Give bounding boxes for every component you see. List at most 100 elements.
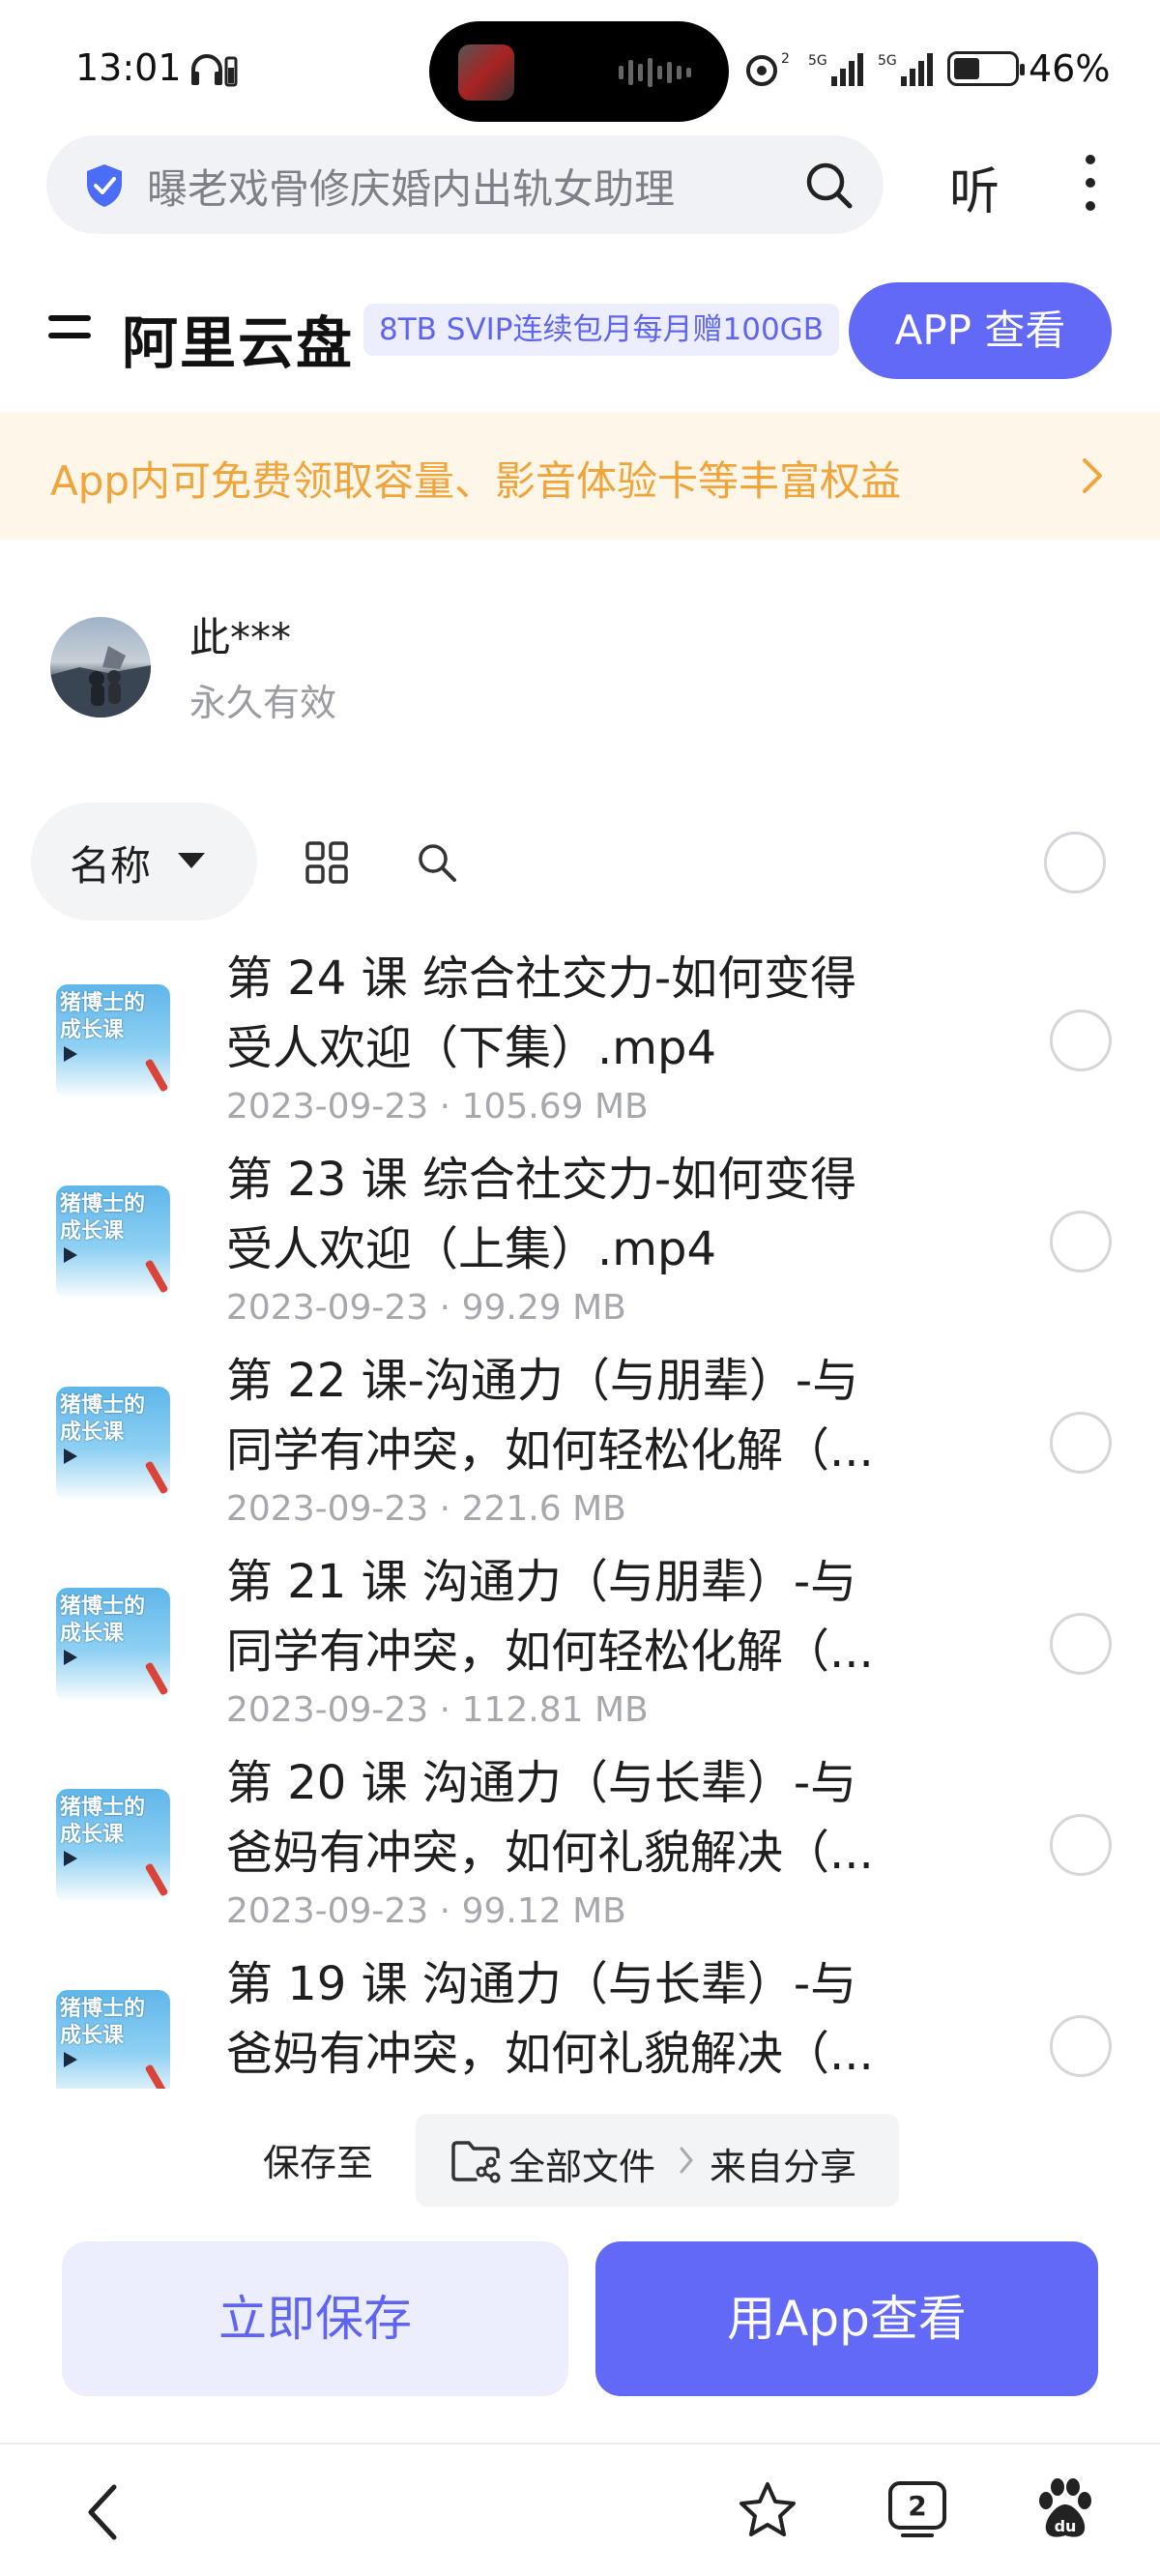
video-thumbnail: 猪博士的 成长课 [56,1789,170,1903]
pen-icon [144,1058,169,1093]
file-row[interactable]: 猪博士的 成长课 第 23 课 综合社交力-如何变得 受人欢迎（上集）.mp4 2… [0,1135,1160,1336]
status-time: 13:01 [75,46,182,89]
tab-count: 2 [908,2490,926,2522]
audio-wave-icon [619,58,691,87]
back-icon[interactable] [81,2481,124,2543]
tabs-icon[interactable]: 2 [885,2477,949,2541]
file-size: 99.12 MB [461,1891,626,1931]
file-row[interactable]: 猪博士的 成长课 第 21 课 沟通力（与朋辈）-与 同学有冲突，如何轻松化解（.… [0,1537,1160,1739]
promo-tag[interactable]: 8TB SVIP连续包月每月赠100GB [363,304,839,356]
signal-icon: 5G [808,53,863,86]
benefits-banner[interactable]: App内可免费领取容量、影音体验卡等丰富权益 [0,412,1160,540]
baidu-icon[interactable]: du [1034,2477,1096,2541]
thumbnail-line1: 猪博士的 [60,991,146,1015]
shield-icon [87,164,122,207]
listen-button[interactable]: 听 [949,151,1000,223]
pen-icon [144,2064,169,2089]
pen-icon [144,1661,169,1696]
browser-bottom-nav: 2 du [0,2443,1160,2576]
file-row[interactable]: 猪博士的 成长课 第 24 课 综合社交力-如何变得 受人欢迎（下集）.mp4 2… [0,934,1160,1135]
play-icon [64,1650,77,1665]
more-icon[interactable] [1079,155,1102,215]
file-select-checkbox[interactable] [1050,1010,1112,1071]
file-name-line1: 第 20 课 沟通力（与长辈）-与 [226,1756,857,1810]
file-select-checkbox[interactable] [1050,1412,1112,1474]
play-icon [64,1851,77,1866]
file-meta: 2023-09-23 · 221.6 MB [226,1489,626,1529]
thumbnail-line2: 成长课 [60,1823,125,1847]
status-bar: 13:01 2 5G 5G 46% [0,0,1160,135]
play-icon [64,1046,77,1062]
file-date: 2023-09-23 [226,1087,429,1127]
file-size: 221.6 MB [461,1489,626,1529]
svg-text:2: 2 [781,51,790,67]
avatar [50,617,151,717]
battery-icon [947,51,1025,86]
file-name-line2: 爸妈有冲突，如何礼貌解决（... [226,1826,874,1880]
video-thumbnail: 猪博士的 成长课 [56,984,170,1098]
file-name-line1: 第 21 课 沟通力（与朋辈）-与 [226,1555,857,1609]
file-date: 2023-09-23 [226,1891,429,1931]
file-meta: 2023-09-23 · 105.69 MB [226,1087,649,1127]
file-meta: 2023-09-23 · 99.29 MB [226,1288,626,1328]
chevron-right-icon [680,2147,693,2174]
pen-icon [144,1862,169,1897]
video-thumbnail: 猪博士的 成长课 [56,1186,170,1300]
save-to-label: 保存至 [263,2142,374,2184]
file-size: 105.69 MB [461,1087,649,1127]
play-icon [64,1247,77,1263]
file-select-checkbox[interactable] [1050,1211,1112,1273]
file-meta: 2023-09-23 · 99.12 MB [226,1891,626,1931]
file-list: 猪博士的 成长课 第 24 课 综合社交力-如何变得 受人欢迎（下集）.mp4 2… [0,934,1160,2089]
file-name-line2: 爸妈有冲突，如何礼貌解决（... [226,2027,874,2081]
svg-text:du: du [1055,2517,1077,2535]
file-name-line2: 受人欢迎（上集）.mp4 [226,1222,717,1276]
play-icon [64,2052,77,2067]
share-validity: 永久有效 [189,682,337,724]
menu-icon[interactable] [48,315,91,350]
search-icon[interactable] [802,159,855,211]
file-row[interactable]: 猪博士的 成长课 第 19 课 沟通力（与长辈）-与 爸妈有冲突，如何礼貌解决（.… [0,1940,1160,2089]
caret-down-icon [178,853,205,868]
dynamic-island[interactable] [429,21,729,122]
hotspot-icon: 2 [746,51,790,86]
sort-dropdown[interactable]: 名称 [31,803,257,921]
battery-percent: 46% [1029,47,1111,90]
file-date: 2023-09-23 [226,1489,429,1529]
thumbnail-line2: 成长课 [60,2024,125,2048]
star-icon[interactable] [737,2479,798,2541]
file-select-checkbox[interactable] [1050,1814,1112,1876]
app-view-button[interactable]: APP 查看 [849,282,1112,379]
search-query[interactable]: 曝老戏骨修庆婚内出轨女助理 [147,157,675,216]
banner-text: App内可免费领取容量、影音体验卡等丰富权益 [50,457,902,505]
status-indicators: 2 5G 5G 46% [744,44,1110,93]
file-search-icon[interactable] [414,839,460,886]
file-name: 第 23 课 综合社交力-如何变得 受人欢迎（上集）.mp4 [226,1145,942,1284]
file-name-line2: 同学有冲突，如何轻松化解（... [226,1625,874,1679]
grid-view-icon[interactable] [304,839,350,886]
file-select-checkbox[interactable] [1050,1613,1112,1675]
save-now-button[interactable]: 立即保存 [62,2241,568,2396]
sort-label: 名称 [70,842,152,890]
file-name: 第 21 课 沟通力（与朋辈）-与 同学有冲突，如何轻松化解（... [226,1547,942,1686]
network-label-b: 5G [878,53,897,69]
select-all-checkbox[interactable] [1044,832,1106,893]
thumbnail-line1: 猪博士的 [60,1997,146,2021]
file-date: 2023-09-23 [226,1288,429,1328]
folder-share-icon [451,2141,501,2183]
file-row[interactable]: 猪博士的成长课 第 20 课 沟通力（与长辈）-与 爸妈有冲突，如何礼貌解决（.… [0,1739,1160,1940]
file-name-line1: 第 23 课 综合社交力-如何变得 [226,1153,857,1207]
open-in-app-button[interactable]: 用App查看 [595,2241,1098,2396]
file-select-checkbox[interactable] [1050,2015,1112,2077]
file-row[interactable]: 猪博士的 成长课 第 22 课-沟通力（与朋辈）-与 同学有冲突，如何轻松化解（.… [0,1336,1160,1537]
file-date: 2023-09-23 [226,1690,429,1730]
path-leaf: 来自分享 [710,2146,857,2188]
thumbnail-line2: 成长课 [60,1219,125,1244]
thumbnail-line2: 成长课 [60,1622,125,1646]
thumbnail-line1: 猪博士的 [60,1796,146,1820]
save-path-selector[interactable]: 全部文件 来自分享 [416,2114,899,2207]
signal-icon-2: 5G [878,53,933,86]
browser-search-bar[interactable]: 曝老戏骨修庆婚内出轨女助理 [46,135,884,234]
play-icon [64,1449,77,1464]
file-meta: 2023-09-23 · 112.81 MB [226,1690,649,1730]
